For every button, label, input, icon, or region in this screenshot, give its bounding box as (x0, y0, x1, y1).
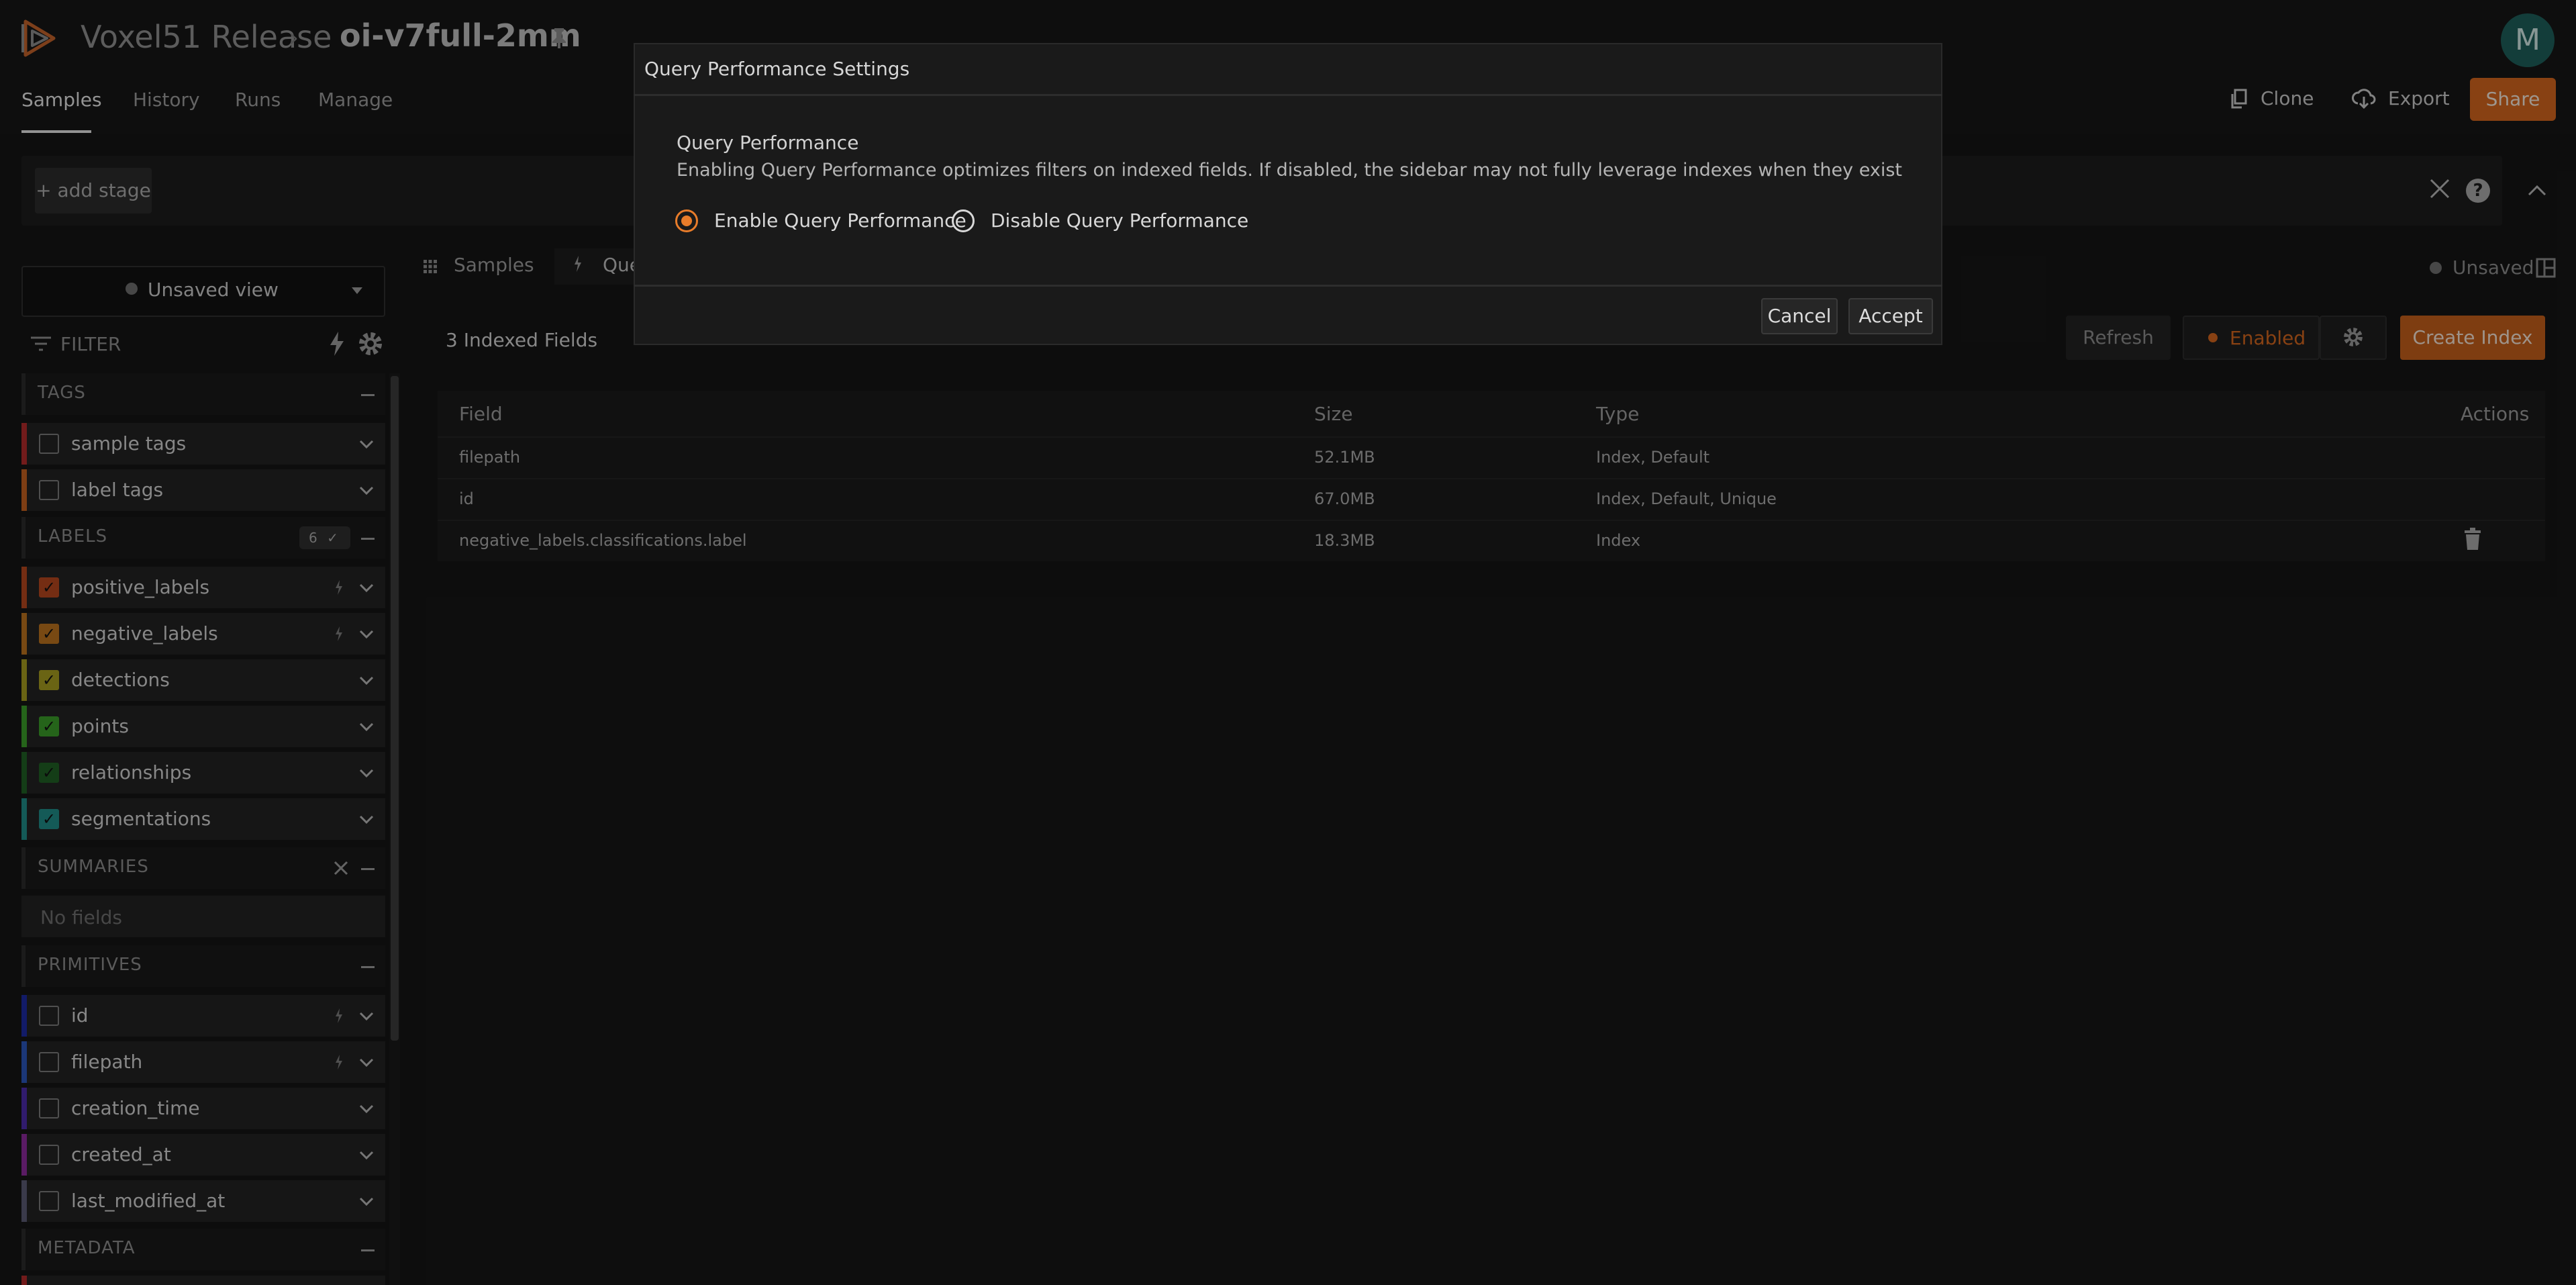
disable-query-performance-radio[interactable] (952, 209, 975, 232)
accept-button[interactable]: Accept (1848, 298, 1933, 334)
dialog-divider (634, 94, 1942, 96)
enable-query-performance-label[interactable]: Enable Query Performance (714, 209, 967, 232)
query-performance-settings-dialog (634, 43, 1942, 345)
cancel-button[interactable]: Cancel (1761, 298, 1838, 334)
dialog-divider (634, 285, 1942, 287)
dialog-title: Query Performance Settings (644, 58, 910, 80)
disable-query-performance-label[interactable]: Disable Query Performance (991, 209, 1248, 232)
radio-selected-dot (681, 216, 692, 226)
dialog-heading: Query Performance (677, 132, 859, 154)
dialog-description: Enabling Query Performance optimizes fil… (677, 160, 1902, 181)
